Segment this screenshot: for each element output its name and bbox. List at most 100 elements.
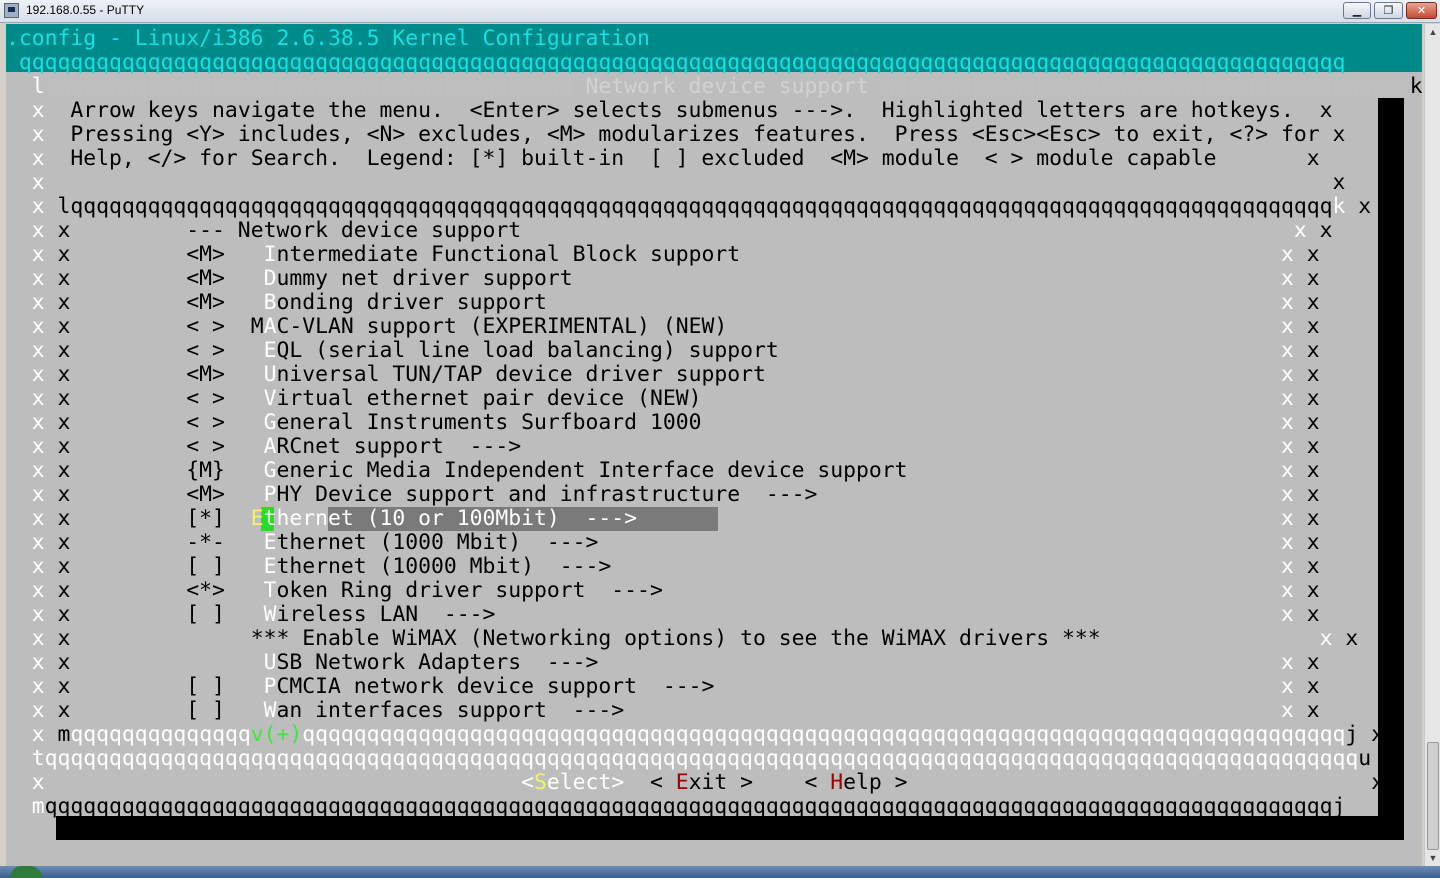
- terminal-text: x <M>: [57, 482, 264, 507]
- terminal-line: .config - Linux/i386 2.6.38.5 Kernel Con…: [6, 27, 650, 51]
- terminal-line: x x *** Enable WiMAX (Networking options…: [6, 626, 1359, 651]
- terminal-text: xit > <: [688, 770, 831, 795]
- terminal-text: qqqqqqqqqqqqqq: [70, 722, 251, 747]
- terminal-text: x -*-: [57, 530, 264, 555]
- terminal-text: x: [1293, 482, 1320, 507]
- terminal-text: V: [263, 386, 277, 411]
- terminal-text: eneric Media Independent Interface devic…: [276, 458, 1281, 483]
- scroll-up-icon[interactable]: ▲: [1425, 24, 1440, 40]
- terminal-text: x: [1280, 386, 1294, 411]
- terminal-text: x: [6, 482, 58, 507]
- terminal-text: .config - Linux/i386 2.6.38.5 Kernel Con…: [6, 26, 650, 51]
- terminal-text: A: [263, 434, 277, 459]
- terminal-text: E: [250, 506, 264, 531]
- terminal-text: eneral Instruments Surfboard 1000: [276, 410, 1281, 435]
- terminal-text: E: [263, 530, 277, 555]
- minimize-button[interactable]: ▁: [1343, 2, 1371, 19]
- terminal-text: x [ ]: [57, 554, 264, 579]
- terminal-text: u: [1358, 746, 1372, 771]
- terminal-text: l: [6, 74, 45, 99]
- terminal-text: x: [1332, 122, 1346, 147]
- terminal-line: x x < > EQL (serial line load balancing)…: [6, 339, 1320, 363]
- start-orb-icon[interactable]: [10, 866, 42, 878]
- terminal-text: x: [6, 218, 58, 243]
- terminal-text: x: [6, 650, 58, 675]
- terminal-line: x x < > MAC-VLAN support (EXPERIMENTAL) …: [6, 315, 1320, 339]
- terminal-text: x: [1332, 626, 1359, 651]
- terminal-text: x: [1280, 650, 1294, 675]
- terminal-screen[interactable]: .config - Linux/i386 2.6.38.5 Kernel Con…: [6, 24, 1422, 866]
- terminal-line: x x [ ] Wireless LAN ---> x x: [6, 603, 1320, 627]
- terminal-text: x: [6, 314, 58, 339]
- terminal-text: x {M}: [57, 458, 264, 483]
- terminal-text: W: [263, 698, 277, 723]
- terminal-line: x x {M} Generic Media Independent Interf…: [6, 459, 1320, 483]
- terminal-text: HY Device support and infrastructure ---…: [276, 482, 1281, 507]
- terminal-text: x: [1293, 650, 1320, 675]
- terminal-line: x Help, </> for Search. Legend: [*] buil…: [6, 147, 1320, 171]
- window-title: 192.168.0.55 - PuTTY: [26, 3, 145, 17]
- terminal-text: qqqqqqqqqqqqqqqqqqqqqqqqqqqqqqqqqqqqqqqq…: [44, 74, 573, 99]
- terminal-line: x <Select> < Exit > < Help > x: [6, 771, 1384, 795]
- terminal-text: thernet (10 or 100Mbit) --->: [263, 506, 1281, 531]
- terminal-text: RCnet support --->: [276, 434, 1281, 459]
- terminal-text: thernet (1000 Mbit) --->: [276, 530, 1281, 555]
- close-button[interactable]: ✕: [1406, 2, 1437, 19]
- terminal-text: x: [1293, 506, 1320, 531]
- terminal-text: x: [1293, 578, 1320, 603]
- terminal-text: x: [6, 626, 58, 651]
- terminal-text: x: [1293, 602, 1320, 627]
- terminal-text: x: [1319, 626, 1333, 651]
- scrollbar-thumb[interactable]: [1427, 742, 1439, 850]
- terminal-line: mqqqqqqqqqqqqqqqqqqqqqqqqqqqqqqqqqqqqqqq…: [6, 794, 1346, 819]
- terminal-text: E: [263, 338, 277, 363]
- terminal-text: x <M>: [57, 242, 264, 267]
- terminal-text: qqqqqqqqqqqqqqqqqqqqqqqqqqqqqqqqqqqqqqqq…: [6, 50, 1346, 75]
- terminal-text: x < > M: [57, 314, 264, 339]
- putty-app-icon[interactable]: [4, 3, 19, 18]
- terminal-text: CMCIA network device support --->: [276, 674, 1281, 699]
- restore-icon: ❐: [1383, 4, 1394, 17]
- terminal-text: x: [1293, 434, 1320, 459]
- terminal-line: x x <M> Dummy net driver support x x: [6, 267, 1320, 291]
- terminal-text: Network device support: [572, 74, 882, 99]
- dialog-shadow-bottom: [56, 816, 1404, 840]
- terminal-text: x: [6, 698, 58, 723]
- terminal-text: qqqqqqqqqqqqqqqqqqqqqqqqqqqqqqqqqqqqqqqq…: [44, 794, 1346, 819]
- terminal-text: x: [1280, 554, 1294, 579]
- terminal-text: lqqqqqqqqqqqqqqqqqqqqqqqqqqqqqqqqqqqqqqq…: [57, 194, 1333, 219]
- terminal-text: x [ ]: [57, 674, 264, 699]
- maximize-button[interactable]: ❐: [1374, 2, 1403, 19]
- terminal-text: C-VLAN support (EXPERIMENTAL) (NEW): [276, 314, 1281, 339]
- terminal-text: x: [1280, 674, 1294, 699]
- terminal-line: qqqqqqqqqqqqqqqqqqqqqqqqqqqqqqqqqqqqqqqq…: [6, 51, 1345, 75]
- terminal-text: x: [1293, 362, 1320, 387]
- terminal-line: x x <M> Universal TUN/TAP device driver …: [6, 363, 1320, 387]
- terminal-text: x < >: [57, 338, 264, 363]
- terminal-text: T: [263, 578, 277, 603]
- terminal-text: x: [1280, 698, 1294, 723]
- terminal-text: G: [263, 458, 277, 483]
- window-title-bar: 192.168.0.55 - PuTTY ▁ ❐ ✕: [0, 0, 1440, 23]
- terminal-text: x: [6, 674, 58, 699]
- vertical-scrollbar[interactable]: ▲ ▼: [1424, 24, 1440, 866]
- terminal-text: QL (serial line load balancing) support: [276, 338, 1281, 363]
- terminal-text: elp >: [843, 770, 1372, 795]
- terminal-text: x: [1280, 290, 1294, 315]
- terminal-line: x x <M> PHY Device support and infrastru…: [6, 483, 1320, 507]
- scroll-down-icon[interactable]: ▼: [1425, 850, 1440, 866]
- terminal-text: x: [6, 434, 58, 459]
- terminal-text: E: [263, 554, 277, 579]
- terminal-text: x: [1293, 314, 1320, 339]
- terminal-text: x <M>: [57, 362, 264, 387]
- terminal-text: niversal TUN/TAP device driver support: [276, 362, 1281, 387]
- terminal-text: x: [1280, 506, 1294, 531]
- terminal-line: lqqqqqqqqqqqqqqqqqqqqqqqqqqqqqqqqqqqqqqq…: [6, 75, 1422, 99]
- terminal-text: x: [6, 338, 58, 363]
- terminal-text: <: [624, 770, 676, 795]
- terminal-text: x: [6, 602, 58, 627]
- terminal-text: x: [6, 386, 58, 411]
- terminal-text: x: [1293, 290, 1320, 315]
